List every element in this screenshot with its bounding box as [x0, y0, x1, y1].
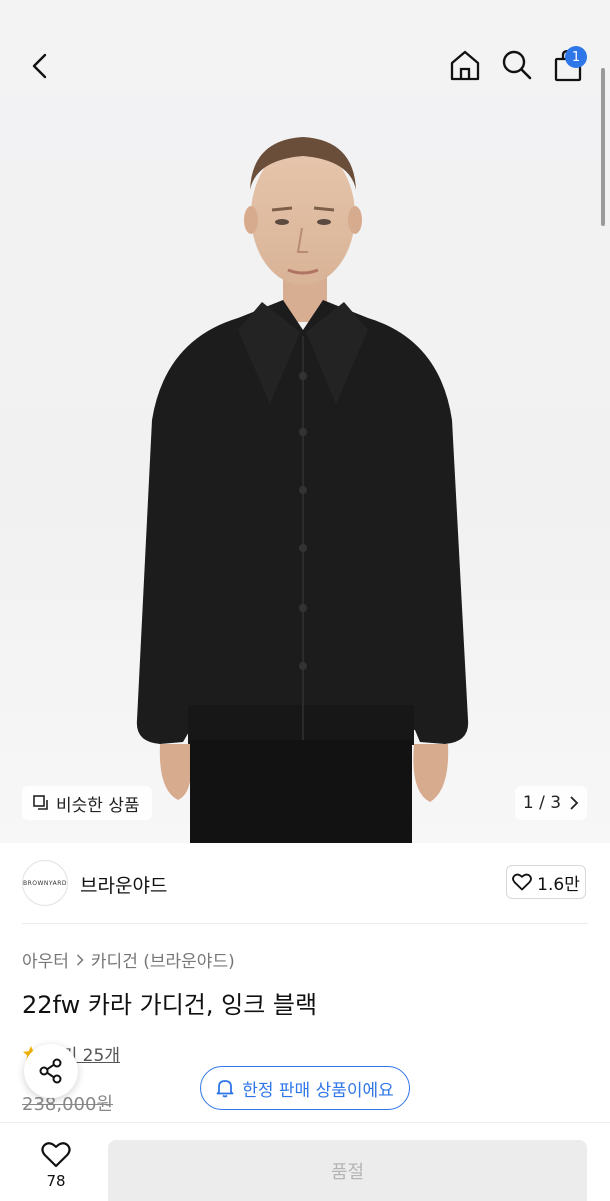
heart-icon — [512, 873, 533, 891]
chevron-right-icon — [76, 953, 84, 966]
brand-like-button[interactable]: 1.6만 — [506, 865, 586, 899]
scrollbar[interactable] — [601, 68, 605, 226]
divider — [22, 923, 588, 924]
brand-logo[interactable]: BROWNYARD — [22, 860, 68, 906]
share-icon — [39, 1058, 62, 1084]
brand-name[interactable]: 브라운야드 — [80, 871, 167, 898]
similar-products-label: 비슷한 상품 — [56, 795, 140, 816]
heart-icon — [41, 1142, 71, 1168]
breadcrumb: 아우터 카디건 (브라운야드) — [22, 947, 235, 972]
brand-row: BROWNYARD 브라운야드 1.6만 — [0, 843, 610, 923]
search-icon — [502, 50, 532, 80]
similar-products-button[interactable]: 비슷한 상품 — [22, 786, 152, 820]
sold-out-button[interactable]: 품절 — [108, 1140, 587, 1201]
product-price: 238,000원 — [22, 1094, 113, 1115]
image-pager[interactable]: 1 / 3 — [515, 786, 587, 820]
product-image-gallery[interactable]: 1 비슷한 상품 1 / 3 — [0, 0, 610, 843]
chevron-left-icon — [32, 53, 47, 79]
limited-sale-label: 한정 판매 상품이에요 — [242, 1080, 394, 1101]
wishlist-count: 78 — [46, 1172, 66, 1190]
similar-icon — [33, 795, 48, 810]
back-button[interactable] — [22, 48, 58, 84]
breadcrumb-subcategory[interactable]: 카디건 (브라운야드) — [91, 947, 235, 972]
top-navigation-bar: 1 — [0, 0, 610, 130]
breadcrumb-category[interactable]: 아우터 — [22, 947, 69, 972]
home-button[interactable] — [446, 46, 484, 84]
product-title: 22fw 카라 가디건, 잉크 블랙 — [22, 991, 318, 1019]
wishlist-button[interactable]: 78 — [30, 1141, 82, 1197]
limited-sale-notice[interactable]: 한정 판매 상품이에요 — [200, 1066, 410, 1110]
pager-text: 1 / 3 — [522, 793, 562, 813]
brand-like-count: 1.6만 — [537, 874, 580, 895]
bell-icon — [216, 1080, 234, 1098]
search-button[interactable] — [498, 46, 536, 84]
share-button[interactable] — [24, 1044, 78, 1098]
chevron-right-icon — [570, 796, 579, 810]
bottom-action-bar: 78 품절 — [0, 1122, 610, 1201]
home-icon — [450, 50, 480, 81]
cart-count-badge: 1 — [565, 46, 587, 68]
